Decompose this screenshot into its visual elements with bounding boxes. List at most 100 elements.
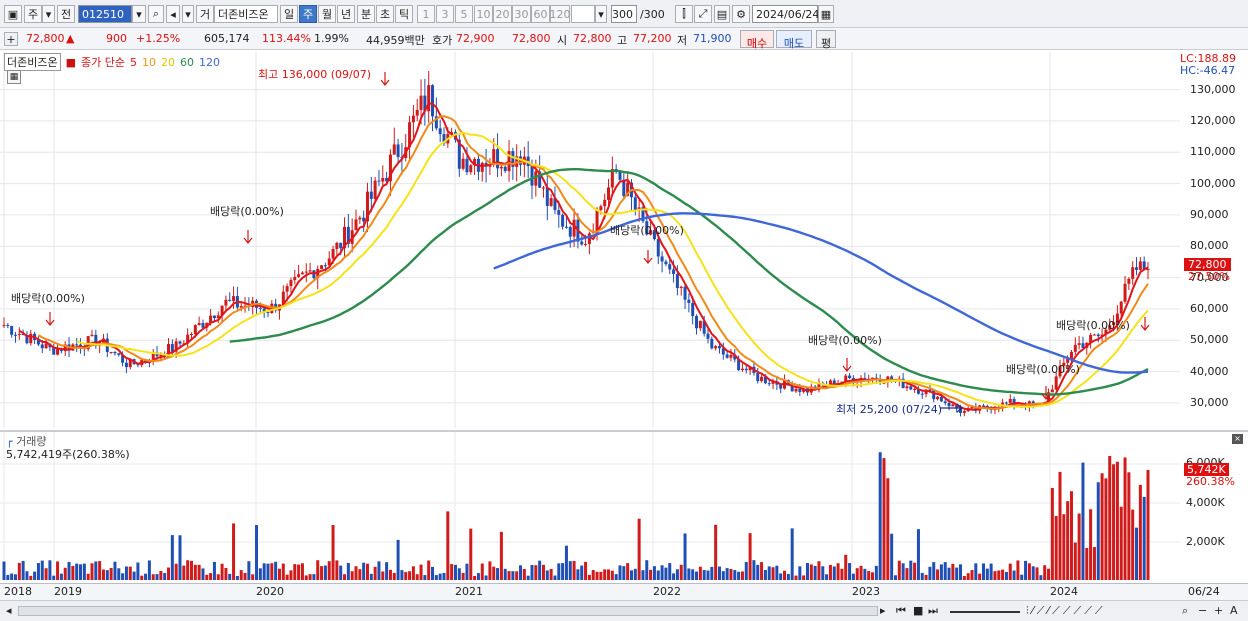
date-input[interactable]: 2024/06/24 bbox=[752, 5, 819, 23]
candle-body bbox=[178, 341, 182, 344]
volume-bar bbox=[760, 562, 764, 580]
zoom-search-icon[interactable]: ⌕ bbox=[1182, 604, 1188, 618]
volume-bar bbox=[710, 566, 714, 580]
scroll-track[interactable] bbox=[18, 606, 878, 616]
volume-bar bbox=[121, 573, 125, 580]
candle-body bbox=[794, 388, 798, 392]
volume-bar bbox=[484, 575, 488, 580]
forward-icon[interactable]: ⏭ bbox=[928, 604, 938, 618]
volume-bar bbox=[771, 567, 775, 580]
tab-week[interactable]: 주 bbox=[299, 5, 317, 23]
zoom-in-icon[interactable]: + bbox=[1214, 604, 1223, 617]
rewind-icon[interactable]: ⏮ bbox=[896, 604, 906, 618]
tab-year[interactable]: 년 bbox=[337, 5, 355, 23]
save-icon[interactable]: ▤ bbox=[714, 5, 730, 23]
year-label: 2021 bbox=[455, 585, 483, 598]
tab-tick[interactable]: 틱 bbox=[395, 5, 413, 23]
text-tool-icon[interactable]: A bbox=[1230, 604, 1238, 617]
volume-bar bbox=[962, 575, 966, 580]
volume-bar bbox=[335, 560, 339, 580]
volume-bar bbox=[855, 568, 859, 580]
volume-bar bbox=[809, 564, 813, 580]
volume-bar bbox=[851, 573, 855, 580]
legend-stock-name[interactable]: 더존비즈온 bbox=[4, 53, 61, 71]
num-button-5[interactable]: 5 bbox=[455, 5, 473, 23]
tab-month[interactable]: 월 bbox=[318, 5, 336, 23]
volume-bar bbox=[882, 458, 886, 580]
mode-button[interactable]: 거 bbox=[196, 5, 214, 23]
custom-period-input[interactable] bbox=[571, 5, 595, 23]
zoom-slider[interactable] bbox=[950, 611, 1020, 613]
layout-icon[interactable]: ▣ bbox=[4, 5, 22, 23]
volume-bar bbox=[813, 565, 817, 580]
drawing-tools-icon[interactable]: ⫶⁄⟋⁄⟋⟋⟋⟋⟋ bbox=[1026, 604, 1106, 618]
volume-bar bbox=[1035, 567, 1039, 580]
gear-icon[interactable]: ⚙ bbox=[732, 5, 750, 23]
num-button-20[interactable]: 20 bbox=[493, 5, 512, 23]
avg-button[interactable]: 평 bbox=[816, 30, 836, 50]
volume-bar bbox=[496, 568, 500, 580]
volume-bar bbox=[1089, 509, 1093, 580]
volume-axis: 6,000K 4,000K 2,000K 5,742K 260.38% bbox=[1180, 432, 1248, 582]
tab-minute[interactable]: 분 bbox=[357, 5, 375, 23]
scroll-bar[interactable]: ◂ ▸ ⏮ ■ ⏭ ⫶⁄⟋⁄⟋⟋⟋⟋⟋ ⌕ − + A bbox=[0, 600, 1248, 621]
volume-bar bbox=[67, 561, 71, 580]
num-button-10[interactable]: 10 bbox=[474, 5, 493, 23]
custom-period-dropdown-icon[interactable]: ▾ bbox=[595, 5, 607, 23]
candle-body bbox=[943, 401, 947, 404]
volume-bar bbox=[660, 565, 664, 580]
tab-second[interactable]: 초 bbox=[376, 5, 394, 23]
volume-chart[interactable] bbox=[0, 432, 1180, 582]
prev-button[interactable]: 전 bbox=[57, 5, 75, 23]
price-tick: 120,000 bbox=[1190, 113, 1236, 127]
num-button-1[interactable]: 1 bbox=[417, 5, 435, 23]
num-button-120[interactable]: 120 bbox=[550, 5, 571, 23]
candle-body bbox=[668, 264, 672, 270]
code-dropdown-icon[interactable]: ▾ bbox=[132, 5, 146, 23]
num-button-30[interactable]: 30 bbox=[512, 5, 531, 23]
speaker-dropdown-icon[interactable]: ▾ bbox=[182, 5, 194, 23]
calendar-icon[interactable]: ▦ bbox=[818, 5, 834, 23]
num-label: 30 bbox=[514, 7, 529, 21]
num-button-60[interactable]: 60 bbox=[531, 5, 550, 23]
candle-body bbox=[335, 242, 339, 250]
volume-bar bbox=[56, 561, 60, 580]
stock-code-input[interactable]: 012510 bbox=[78, 5, 132, 23]
price-tag-percent: 27.50% bbox=[1188, 270, 1230, 283]
volume-bar bbox=[174, 563, 178, 580]
volume-bar bbox=[1031, 566, 1035, 580]
period-selector[interactable]: 주 bbox=[24, 5, 42, 23]
candle-body bbox=[557, 210, 561, 215]
volume-bar bbox=[1131, 509, 1135, 580]
candle-icon[interactable]: ⫿ bbox=[675, 5, 693, 23]
zoom-icon[interactable]: ⤢ bbox=[694, 5, 712, 23]
volume-bar bbox=[147, 560, 151, 580]
expand-icon[interactable]: + bbox=[4, 32, 18, 46]
candle-body bbox=[17, 333, 21, 335]
scroll-left-icon[interactable]: ◂ bbox=[6, 604, 12, 617]
volume-bar bbox=[695, 571, 699, 580]
zoom-out-icon[interactable]: − bbox=[1198, 604, 1207, 617]
candle-body bbox=[189, 333, 193, 335]
quote-bar: + 72,800 ▲ 900 +1.25% 605,174 113.44% 1.… bbox=[0, 28, 1248, 50]
grid-settings-icon[interactable]: ▦ bbox=[7, 70, 21, 84]
candle-body bbox=[109, 351, 113, 353]
search-icon[interactable]: ⌕ bbox=[148, 5, 164, 23]
count-input[interactable]: 300 bbox=[611, 5, 637, 23]
candle-body bbox=[212, 315, 216, 319]
dividend-annotation: 배당락(0.00%) bbox=[210, 205, 284, 218]
volume-bar bbox=[109, 567, 113, 580]
chevron-down-icon[interactable]: ▾ bbox=[42, 5, 55, 23]
scroll-right-icon[interactable]: ▸ bbox=[880, 604, 886, 617]
stop-icon[interactable]: ■ bbox=[913, 604, 923, 617]
price-chart[interactable] bbox=[0, 52, 1180, 428]
toolbar: ▣ 주 ▾ 전 012510 ▾ ⌕ ◂ ▾ 거 더존비즈온 일 주 월 년 분… bbox=[0, 0, 1248, 28]
buy-button[interactable]: 매수 bbox=[740, 30, 774, 50]
num-button-3[interactable]: 3 bbox=[436, 5, 454, 23]
sell-button[interactable]: 매도 bbox=[776, 30, 812, 50]
speaker-icon[interactable]: ◂ bbox=[166, 5, 180, 23]
candle-body bbox=[913, 388, 917, 390]
volume-bar bbox=[415, 574, 419, 580]
candle-body bbox=[656, 239, 660, 257]
tab-day[interactable]: 일 bbox=[280, 5, 298, 23]
